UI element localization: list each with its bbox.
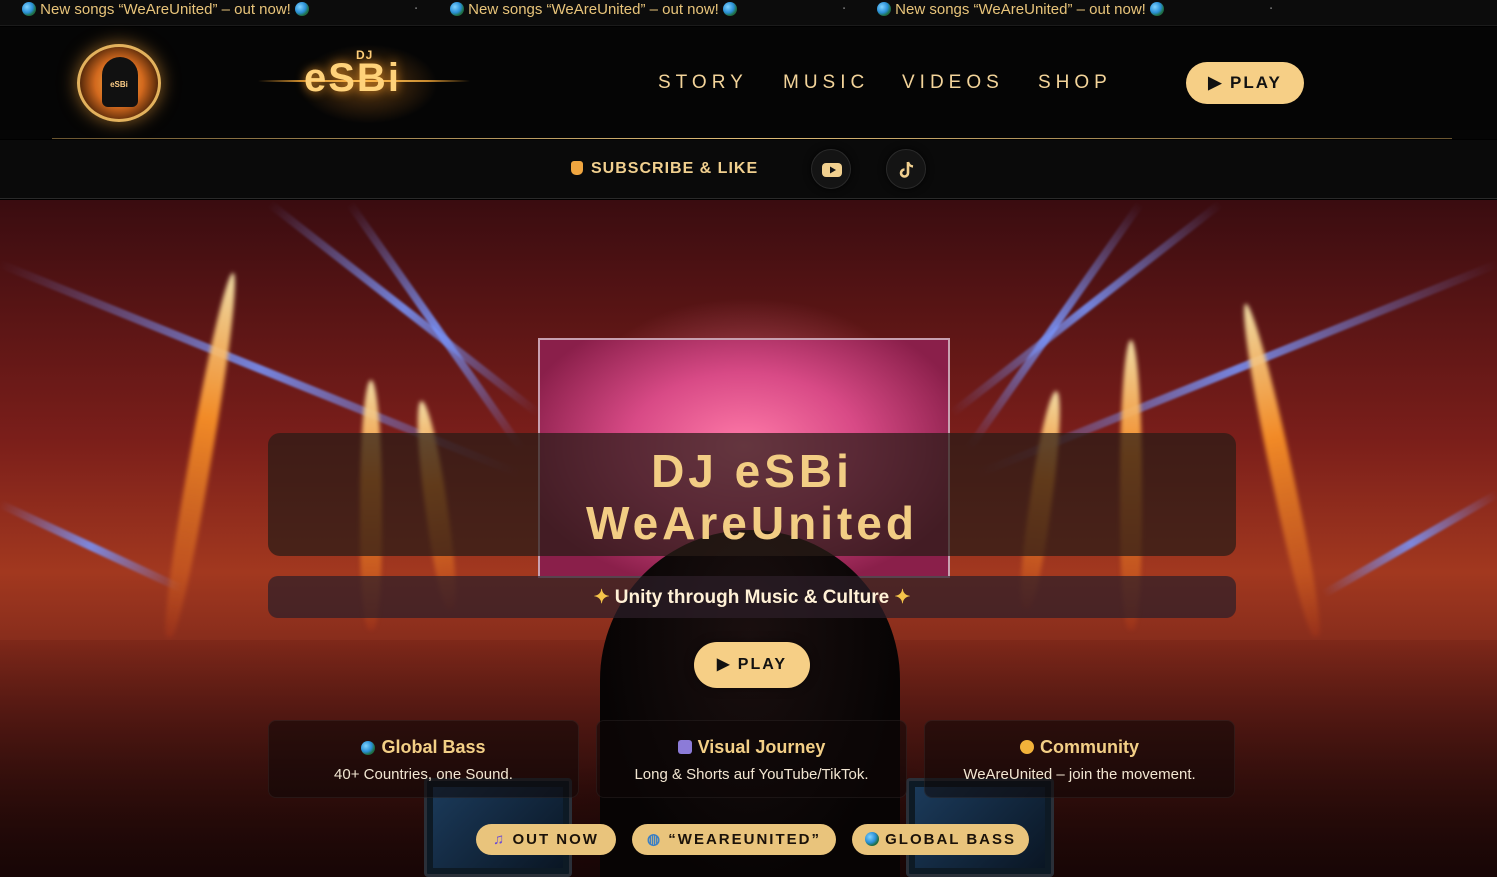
feature-title: Community: [925, 737, 1234, 758]
globe-icon: [864, 832, 879, 846]
globe-icon: [1150, 2, 1165, 16]
chip-label: “WEAREUNITED”: [668, 831, 821, 848]
chip-label: GLOBAL BASS: [885, 831, 1017, 848]
hero-title: DJ eSBi: [651, 445, 853, 497]
subscribe-text: SUBSCRIBE & LIKE: [591, 160, 759, 177]
globe-icon: [723, 2, 738, 16]
feature-card-visual-journey: Visual Journey Long & Shorts auf YouTube…: [596, 720, 907, 798]
nav-shop[interactable]: SHOP: [1038, 72, 1112, 94]
feature-title-text: Community: [1040, 737, 1139, 757]
nav-story[interactable]: STORY: [658, 72, 748, 94]
music-note-icon: ♫: [493, 831, 507, 848]
feature-card-community: Community WeAreUnited – join the movemen…: [924, 720, 1235, 798]
tiktok-icon: [899, 161, 914, 178]
sparkles-icon: ✦: [894, 587, 911, 608]
feature-title-text: Global Bass: [381, 737, 486, 757]
subscribe-label: SUBSCRIBE & LIKE: [571, 160, 758, 178]
handshake-icon: [1020, 740, 1034, 754]
globe-icon: [361, 741, 376, 755]
ticker-text: New songs “WeAreUnited” – out now!: [895, 1, 1146, 18]
feature-desc: WeAreUnited – join the movement.: [963, 766, 1196, 783]
chip-out-now[interactable]: ♫ OUT NOW: [476, 824, 616, 855]
youtube-button[interactable]: [811, 149, 851, 189]
avatar-label: eSBi: [110, 80, 128, 89]
light-beam: [949, 200, 1223, 417]
clapper-icon: [677, 740, 692, 754]
feature-desc: 40+ Countries, one Sound.: [334, 766, 513, 783]
tagline-text: Unity through Music & Culture: [614, 587, 890, 608]
chip-weareunited[interactable]: ◍ “WEAREUNITED”: [632, 824, 836, 855]
globe-grid-icon: ◍: [647, 831, 663, 848]
nav-videos[interactable]: VIDEOS: [902, 72, 1004, 94]
news-ticker: New songs “WeAreUnited” – out now! · New…: [0, 0, 1497, 26]
play-icon: ▶: [717, 656, 732, 673]
sparkles-icon: ✦: [593, 587, 610, 608]
globe-icon: [22, 2, 36, 16]
feature-title-text: Visual Journey: [697, 737, 826, 757]
nav-music[interactable]: MUSIC: [783, 72, 869, 94]
logo-name: eSBi: [304, 56, 401, 100]
feature-card-global-bass: Global Bass 40+ Countries, one Sound.: [268, 720, 579, 798]
ticker-text: New songs “WeAreUnited” – out now!: [40, 1, 291, 18]
chip-label: OUT NOW: [512, 831, 599, 848]
ticker-separator: ·: [1269, 2, 1274, 17]
globe-icon: [877, 2, 891, 16]
play-icon: ▶: [1208, 73, 1224, 92]
globe-icon: [450, 2, 464, 16]
site-logo[interactable]: DJ eSBi: [258, 44, 470, 124]
ticker-item: New songs “WeAreUnited” – out now!: [877, 1, 1165, 18]
play-label: PLAY: [1230, 73, 1282, 92]
hero-section: DJ eSBi WeAreUnited ✦ Unity through Musi…: [0, 200, 1497, 877]
light-beam: [1321, 490, 1497, 598]
youtube-icon: [822, 163, 842, 177]
ticker-item: New songs “WeAreUnited” – out now!: [450, 1, 738, 18]
feature-title: Global Bass: [269, 737, 578, 758]
play-label: PLAY: [737, 656, 787, 673]
avatar[interactable]: eSBi: [77, 44, 161, 122]
header-divider: [52, 138, 1452, 139]
globe-icon: [295, 2, 310, 16]
feature-desc: Long & Shorts auf YouTube/TikTok.: [634, 766, 869, 783]
ticker-item: New songs “WeAreUnited” – out now!: [22, 1, 310, 18]
chip-global-bass[interactable]: GLOBAL BASS: [852, 824, 1029, 855]
thumbs-up-icon: [571, 161, 583, 175]
feature-title: Visual Journey: [597, 737, 906, 758]
hero-play-button[interactable]: ▶ PLAY: [694, 642, 810, 688]
header-play-button[interactable]: ▶ PLAY: [1186, 62, 1304, 104]
ticker-text: New songs “WeAreUnited” – out now!: [468, 1, 719, 18]
ticker-separator: ·: [414, 2, 419, 17]
hero-subtitle: WeAreUnited: [586, 497, 918, 549]
tiktok-button[interactable]: [886, 149, 926, 189]
light-beam: [0, 500, 183, 593]
tagline: ✦ Unity through Music & Culture ✦: [268, 586, 1236, 609]
ticker-separator: ·: [842, 2, 847, 17]
pyro-flame: [158, 270, 244, 640]
